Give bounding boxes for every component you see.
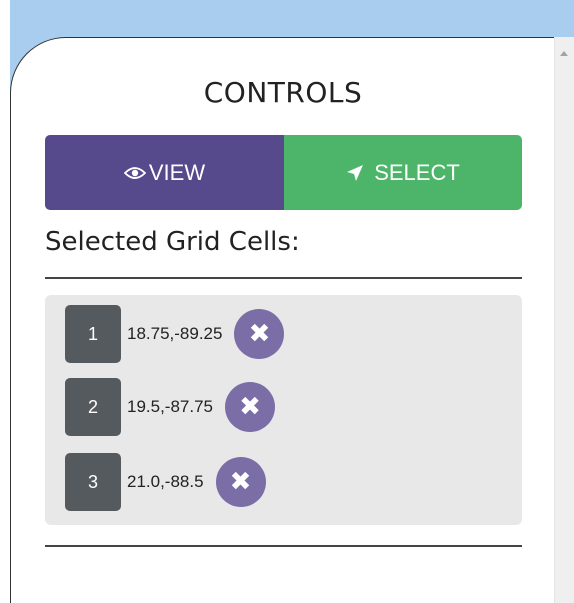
page-background (0, 0, 10, 603)
eye-icon (123, 166, 146, 179)
select-mode-label: SELECT (374, 159, 460, 185)
list-item: 1 18.75,-89.25 ✖ (65, 305, 285, 363)
remove-icon: ✖ (229, 467, 252, 497)
cell-index-badge: 3 (65, 453, 121, 511)
vertical-scrollbar[interactable] (554, 37, 574, 603)
controls-panel: CONTROLS VIEW SELECT Selected Grid Cells… (10, 37, 554, 603)
remove-cell-button[interactable]: ✖ (215, 457, 266, 507)
remove-icon: ✖ (239, 392, 261, 422)
cell-index-badge: 2 (65, 378, 121, 436)
remove-cell-button[interactable]: ✖ (225, 382, 276, 432)
remove-icon: ✖ (248, 319, 271, 349)
divider (45, 545, 522, 547)
cell-coordinates: 21.0,-88.5 (127, 472, 204, 491)
mode-toggle-group: VIEW SELECT (45, 135, 522, 210)
panel-title: CONTROLS (203, 76, 363, 109)
cell-index-badge: 1 (65, 305, 121, 363)
cell-coordinates: 19.5,-87.75 (127, 397, 214, 416)
selected-grid-cells-label: Selected Grid Cells: (45, 227, 300, 257)
cell-coordinates: 18.75,-89.25 (127, 324, 223, 343)
view-mode-label: VIEW (148, 159, 206, 185)
select-mode-button[interactable]: SELECT (284, 135, 522, 210)
divider (45, 277, 522, 279)
remove-cell-button[interactable]: ✖ (234, 309, 285, 359)
selected-cells-list: 1 18.75,-89.25 ✖ 2 19.5,-87.75 ✖ 3 21.0,… (45, 295, 522, 525)
location-arrow-icon (347, 164, 364, 181)
scroll-up-arrow-icon[interactable] (560, 51, 568, 56)
list-item: 3 21.0,-88.5 ✖ (65, 453, 266, 511)
list-item: 2 19.5,-87.75 ✖ (65, 378, 276, 436)
view-mode-button[interactable]: VIEW (45, 135, 284, 210)
